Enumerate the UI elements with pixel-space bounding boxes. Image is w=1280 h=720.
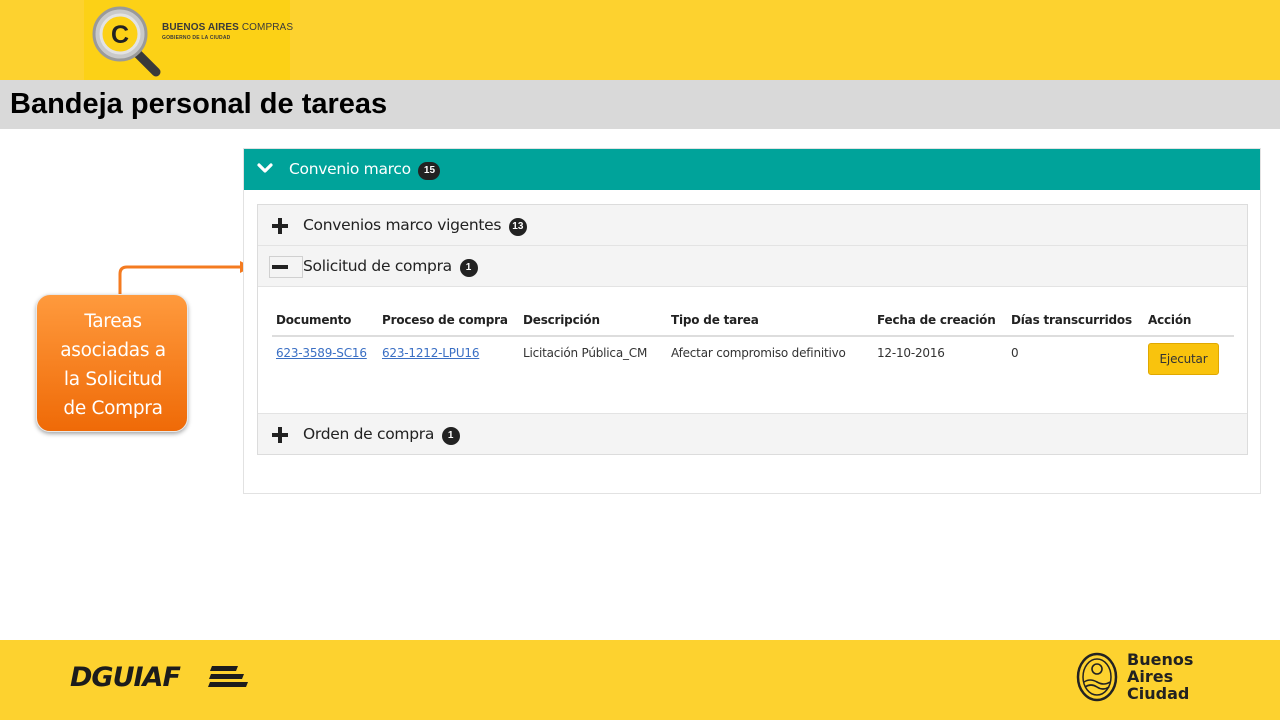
- sections-container: Convenios marco vigentes 13 Solicitud de…: [257, 204, 1248, 455]
- logo-title: BUENOS AIRES COMPRAS: [162, 22, 293, 33]
- page-title: Bandeja personal de tareas: [10, 88, 388, 120]
- tasks-table: Documento Proceso de compra Descripción …: [272, 305, 1234, 376]
- section-title-label: Solicitud de compra: [303, 257, 452, 275]
- title-bar: Bandeja personal de tareas: [0, 80, 1280, 129]
- callout-line-4: de Compra: [63, 398, 163, 419]
- callout-box: Tareas asociadas a la Solicitud de Compr…: [36, 294, 188, 432]
- chevron-down-icon[interactable]: [257, 162, 273, 176]
- cell-documento: 623-3589-SC16: [272, 336, 378, 376]
- count-badge: 13: [508, 218, 527, 236]
- column-header-tipo: Tipo de tarea: [667, 305, 873, 337]
- logo-subtitle: GOBIERNO DE LA CIUDAD: [162, 35, 231, 41]
- count-badge: 15: [418, 162, 441, 180]
- documento-link[interactable]: 623-3589-SC16: [276, 346, 367, 360]
- panel-title: Convenio marco 15: [289, 160, 441, 180]
- cell-accion: Ejecutar: [1144, 336, 1234, 376]
- plus-icon[interactable]: [272, 218, 288, 234]
- table-header-row: Documento Proceso de compra Descripción …: [272, 305, 1234, 337]
- buenos-aires-ciudad-logo: Buenos Aires Ciudad: [1127, 651, 1193, 702]
- section-header-orden-de-compra[interactable]: Orden de compra 1: [258, 413, 1247, 454]
- panel-header-convenio-marco[interactable]: Convenio marco 15: [244, 149, 1260, 190]
- column-header-accion: Acción: [1144, 305, 1234, 337]
- minus-icon[interactable]: [272, 259, 288, 275]
- table-row: 623-3589-SC16 623-1212-LPU16 Licitación …: [272, 336, 1234, 376]
- ba-logo-line-3: Ciudad: [1127, 684, 1190, 703]
- plus-icon[interactable]: [272, 427, 288, 443]
- buenos-aires-compras-logo: C BUENOS AIRES COMPRAS GOBIERNO DE LA CI…: [84, 0, 293, 80]
- section-title: Orden de compra 1: [303, 425, 460, 445]
- ba-logo-line-2: Aires: [1127, 667, 1174, 686]
- logo-letter: C: [111, 21, 129, 49]
- column-header-dias: Días transcurridos: [1007, 305, 1144, 337]
- column-header-fecha: Fecha de creación: [873, 305, 1007, 337]
- callout-arrow-icon: [118, 261, 252, 296]
- cell-descripcion: Licitación Pública_CM: [523, 346, 648, 360]
- cell-dias: 0: [1011, 346, 1019, 360]
- buenos-aires-seal-icon: [1076, 652, 1118, 702]
- section-header-convenios-vigentes[interactable]: Convenios marco vigentes 13: [258, 205, 1247, 246]
- callout-text: Tareas asociadas a la Solicitud de Compr…: [37, 307, 189, 423]
- cell-proceso: 623-1212-LPU16: [378, 336, 519, 376]
- cell-tipo: Afectar compromiso definitivo: [671, 346, 846, 360]
- magnifier-logo-icon: C: [92, 6, 161, 77]
- column-header-proceso: Proceso de compra: [378, 305, 519, 337]
- section-header-solicitud-de-compra[interactable]: Solicitud de compra 1: [258, 246, 1247, 287]
- bottom-banner: DGUIAF Buenos Aires Ciudad: [0, 640, 1280, 720]
- top-banner: C BUENOS AIRES COMPRAS GOBIERNO DE LA CI…: [0, 0, 1280, 80]
- proceso-link[interactable]: 623-1212-LPU16: [382, 346, 479, 360]
- ejecutar-button[interactable]: Ejecutar: [1148, 343, 1219, 375]
- convenio-marco-panel: Convenio marco 15 Convenios marco vigent…: [243, 148, 1261, 494]
- dguiaf-logo: DGUIAF: [70, 662, 181, 693]
- section-title-label: Convenios marco vigentes: [303, 216, 502, 234]
- column-header-descripcion: Descripción: [519, 305, 667, 337]
- panel-title-label: Convenio marco: [289, 160, 411, 178]
- section-title: Convenios marco vigentes 13: [303, 216, 527, 236]
- slide: C BUENOS AIRES COMPRAS GOBIERNO DE LA CI…: [0, 0, 1280, 720]
- section-title: Solicitud de compra 1: [303, 257, 478, 277]
- callout-line-2: asociadas a: [60, 340, 166, 361]
- logo-title-light: COMPRAS: [238, 22, 294, 33]
- count-badge: 1: [441, 427, 460, 445]
- callout-line-3: la Solicitud: [63, 369, 163, 390]
- section-title-label: Orden de compra: [303, 425, 435, 443]
- callout-line-1: Tareas: [84, 311, 142, 332]
- column-header-documento: Documento: [272, 305, 378, 337]
- ba-logo-line-1: Buenos: [1127, 650, 1194, 669]
- count-badge: 1: [459, 259, 478, 277]
- logo-title-bold: BUENOS AIRES: [162, 22, 239, 33]
- dguiaf-stripes-icon: [208, 666, 248, 687]
- cell-fecha: 12-10-2016: [877, 346, 945, 360]
